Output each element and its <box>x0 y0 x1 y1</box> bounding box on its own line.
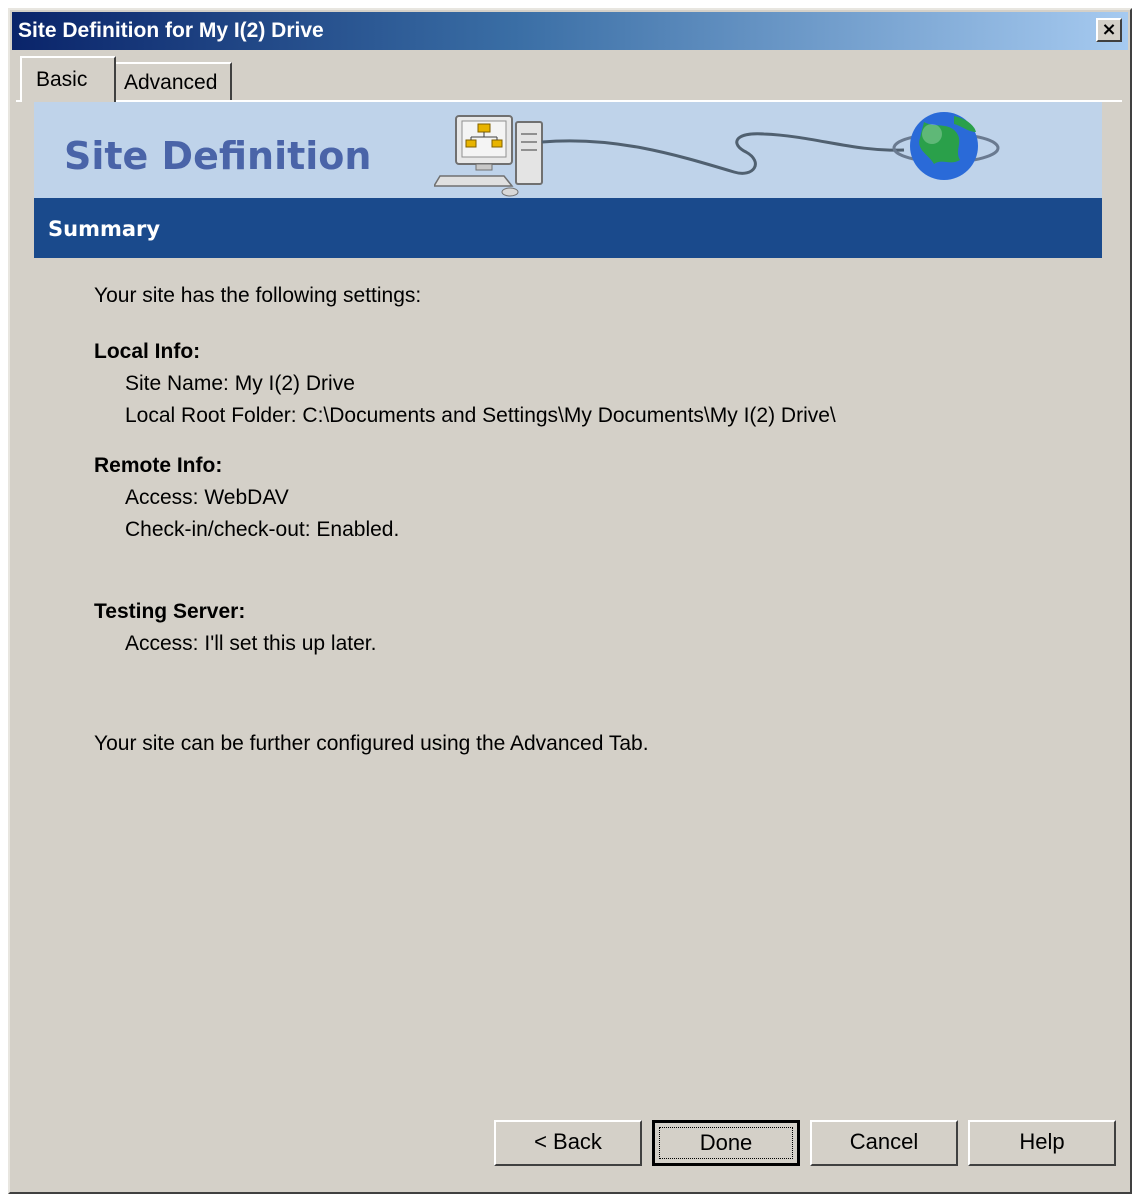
close-icon: × <box>1101 19 1117 40</box>
local-root-folder: Local Root Folder: C:\Documents and Sett… <box>125 404 836 427</box>
summary-header-bar: Summary <box>34 198 1102 258</box>
cancel-button[interactable]: Cancel <box>810 1120 958 1166</box>
banner-illustration <box>434 112 1000 197</box>
close-button[interactable]: × <box>1096 18 1122 42</box>
remote-access: Access: WebDAV <box>125 486 289 509</box>
done-button[interactable]: Done <box>652 1120 800 1166</box>
local-site-name: Site Name: My I(2) Drive <box>125 372 355 395</box>
remote-info-heading: Remote Info: <box>94 454 223 477</box>
summary-intro: Your site has the following settings: <box>94 284 422 307</box>
advanced-tab-note: Your site can be further configured usin… <box>94 732 649 755</box>
cable-icon <box>541 132 905 175</box>
site-definition-dialog: Site Definition for My I(2) Drive × Adva… <box>8 8 1132 1194</box>
window-title: Site Definition for My I(2) Drive <box>18 19 324 42</box>
tab-strip: Advanced Basic <box>16 56 1116 102</box>
testing-server-heading: Testing Server: <box>94 600 246 623</box>
summary-title: Summary <box>48 217 161 241</box>
button-row: < Back Done Cancel Help <box>10 1120 1134 1170</box>
tab-basic[interactable]: Basic <box>20 56 116 102</box>
title-bar[interactable]: Site Definition for My I(2) Drive × <box>12 12 1128 50</box>
banner-title: Site Definition <box>64 134 372 178</box>
site-definition-banner: Site Definition <box>34 102 1102 198</box>
back-button[interactable]: < Back <box>494 1120 642 1166</box>
remote-checkout: Check-in/check-out: Enabled. <box>125 518 400 541</box>
help-button[interactable]: Help <box>968 1120 1116 1166</box>
computer-icon <box>434 115 543 197</box>
local-info-heading: Local Info: <box>94 340 201 363</box>
tab-advanced[interactable]: Advanced <box>114 62 232 102</box>
globe-icon <box>892 112 1000 180</box>
done-button-label: Done <box>659 1127 793 1159</box>
testing-server-access: Access: I'll set this up later. <box>125 632 377 655</box>
